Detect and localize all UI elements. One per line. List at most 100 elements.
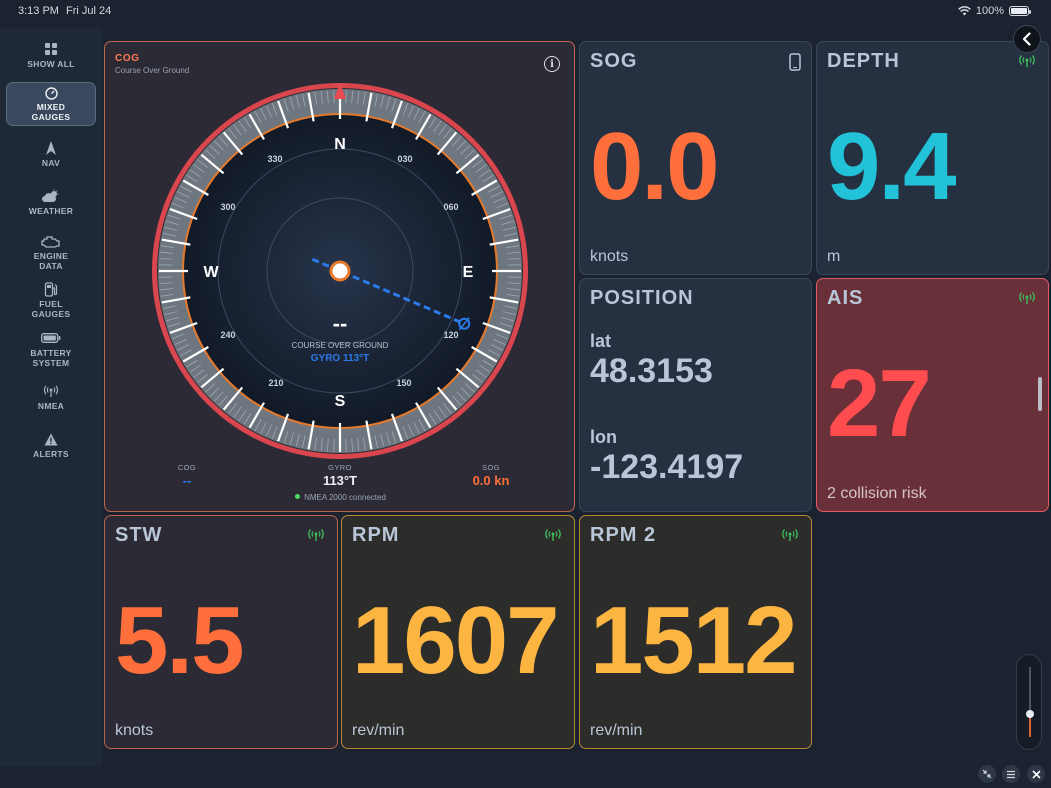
lat-label: lat <box>590 331 612 351</box>
lon-label: lon <box>590 427 617 447</box>
rpm-card[interactable]: RPM 1607 rev/min <box>341 515 575 749</box>
signal-icon <box>1019 55 1035 67</box>
slider-knob[interactable] <box>1026 710 1034 718</box>
sidebar-item-label: ALERTS <box>33 449 69 459</box>
degree-240: 240 <box>220 330 235 340</box>
close-button[interactable] <box>1027 765 1045 783</box>
brightness-slider[interactable] <box>1016 654 1042 750</box>
footer-gyro-label: GYRO <box>328 463 352 472</box>
sidebar-item-label: ENGINE <box>33 251 69 261</box>
menu-button[interactable] <box>1002 765 1020 783</box>
degree-210: 210 <box>268 378 283 388</box>
footer-cog-value: -- <box>182 473 192 488</box>
degree-330: 330 <box>267 154 282 164</box>
rpm-value: 1607 <box>352 587 560 694</box>
collapse-arrows-icon <box>982 769 992 779</box>
gyro-readout: GYRO 113°T <box>311 353 369 364</box>
lon-value: -123.4197 <box>590 448 744 486</box>
footer-sog-value: 0.0 kn <box>472 473 510 488</box>
lat-value: 48.3153 <box>590 352 713 390</box>
engine-icon <box>41 233 61 249</box>
sidebar-item-label: WEATHER <box>28 206 74 216</box>
collapse-button[interactable] <box>978 765 996 783</box>
signal-icon <box>545 529 561 541</box>
sidebar-item-weather[interactable]: WEATHER <box>6 188 96 216</box>
sog-card[interactable]: SOG 0.0 knots <box>579 41 812 275</box>
sog-value: 0.0 <box>590 113 719 220</box>
sidebar-item-label: SHOW ALL <box>27 59 75 69</box>
ais-title: AIS <box>827 287 864 309</box>
sidebar-item-label-2: SYSTEM <box>32 358 70 368</box>
navigation-arrow-icon <box>46 140 56 156</box>
sidebar-item-label: MIXED <box>36 102 66 112</box>
cog-center-label: COURSE OVER GROUND <box>292 341 389 350</box>
sidebar-item-label: FUEL <box>39 299 63 309</box>
signal-icon <box>782 529 798 541</box>
stw-card[interactable]: STW 5.5 knots <box>104 515 338 749</box>
rpm2-unit: rev/min <box>590 722 643 739</box>
center-hub <box>329 260 351 282</box>
footer-sog-label: SOG <box>482 463 500 472</box>
cardinal-n: N <box>334 136 346 153</box>
stw-title: STW <box>115 524 163 546</box>
sidebar-item-engine-data[interactable]: ENGINE DATA <box>6 233 96 271</box>
depth-unit: m <box>827 248 841 265</box>
ais-collision-risk: 2 collision risk <box>827 485 927 502</box>
ais-card[interactable]: AIS 27 2 collision risk <box>816 278 1049 512</box>
menu-lines-icon <box>1007 770 1015 778</box>
sidebar-item-label-2: GAUGES <box>31 309 71 319</box>
sidebar-item-alerts[interactable]: ALERTS <box>6 431 96 459</box>
status-date: Fri Jul 24 <box>66 5 112 17</box>
status-time: 3:13 PM <box>18 5 59 17</box>
degree-120: 120 <box>443 330 458 340</box>
wifi-icon <box>958 6 971 16</box>
battery-icon <box>1009 6 1031 16</box>
rpm2-card[interactable]: RPM 2 1512 rev/min <box>579 515 812 749</box>
connection-status: NMEA 2000 connected <box>105 493 574 502</box>
sog-unit: knots <box>590 248 629 265</box>
sidebar-item-mixed-gauges[interactable]: MIXED GAUGES <box>6 82 96 126</box>
sidebar-item-nav[interactable]: NAV <box>6 140 96 168</box>
degree-030: 030 <box>397 154 412 164</box>
chevron-left-icon <box>1022 32 1031 46</box>
connection-text: NMEA 2000 connected <box>304 493 386 502</box>
back-button[interactable] <box>1013 25 1041 53</box>
sidebar-item-show-all[interactable]: SHOW ALL <box>6 41 96 69</box>
cloud-sun-icon <box>41 188 61 204</box>
signal-icon <box>308 529 324 541</box>
status-bar: 3:13 PM Fri Jul 24 100% <box>0 0 1051 24</box>
signal-icon <box>1019 292 1035 304</box>
sidebar-item-nmea[interactable]: NMEA <box>6 383 96 411</box>
sidebar-item-battery-system[interactable]: BATTERY SYSTEM <box>6 330 96 368</box>
scroll-indicator[interactable] <box>1038 377 1042 411</box>
rpm-title: RPM <box>352 524 400 546</box>
footer-cog-label: COG <box>177 463 197 472</box>
sidebar-item-fuel-gauges[interactable]: FUEL GAUGES <box>6 281 96 319</box>
footer-gyro-value: 113°T <box>322 473 358 488</box>
sidebar-item-label-2: DATA <box>39 261 63 271</box>
sidebar-item-label: BATTERY <box>30 348 72 358</box>
antenna-icon <box>43 383 59 399</box>
gauge-icon <box>44 87 58 100</box>
sidebar-item-label-2: GAUGES <box>31 112 71 122</box>
warning-icon <box>44 431 58 447</box>
battery-percent: 100% <box>975 5 1004 17</box>
sidebar: SHOW ALL MIXED GAUGES NAV WEATHER ENGINE… <box>0 28 102 766</box>
stw-unit: knots <box>115 722 154 739</box>
footer-gyro: GYRO 113°T <box>280 463 400 488</box>
position-card[interactable]: POSITION lat 48.3153 lon -123.4197 <box>579 278 812 512</box>
status-right: 100% <box>958 5 1031 17</box>
close-icon <box>1031 769 1041 779</box>
depth-title: DEPTH <box>827 50 900 72</box>
cardinal-s: S <box>335 393 346 410</box>
footer-cog: COG -- <box>127 463 247 488</box>
rpm2-value: 1512 <box>590 587 798 694</box>
depth-card[interactable]: DEPTH 9.4 m <box>816 41 1049 275</box>
stw-value: 5.5 <box>115 587 244 694</box>
sidebar-item-label: NAV <box>41 158 61 168</box>
degree-060: 060 <box>443 202 458 212</box>
cog-card[interactable]: COG Course Over Ground i N E S W 030 060… <box>104 41 575 512</box>
grid-icon <box>44 41 58 57</box>
sog-title: SOG <box>590 50 638 72</box>
rpm-unit: rev/min <box>352 722 405 739</box>
